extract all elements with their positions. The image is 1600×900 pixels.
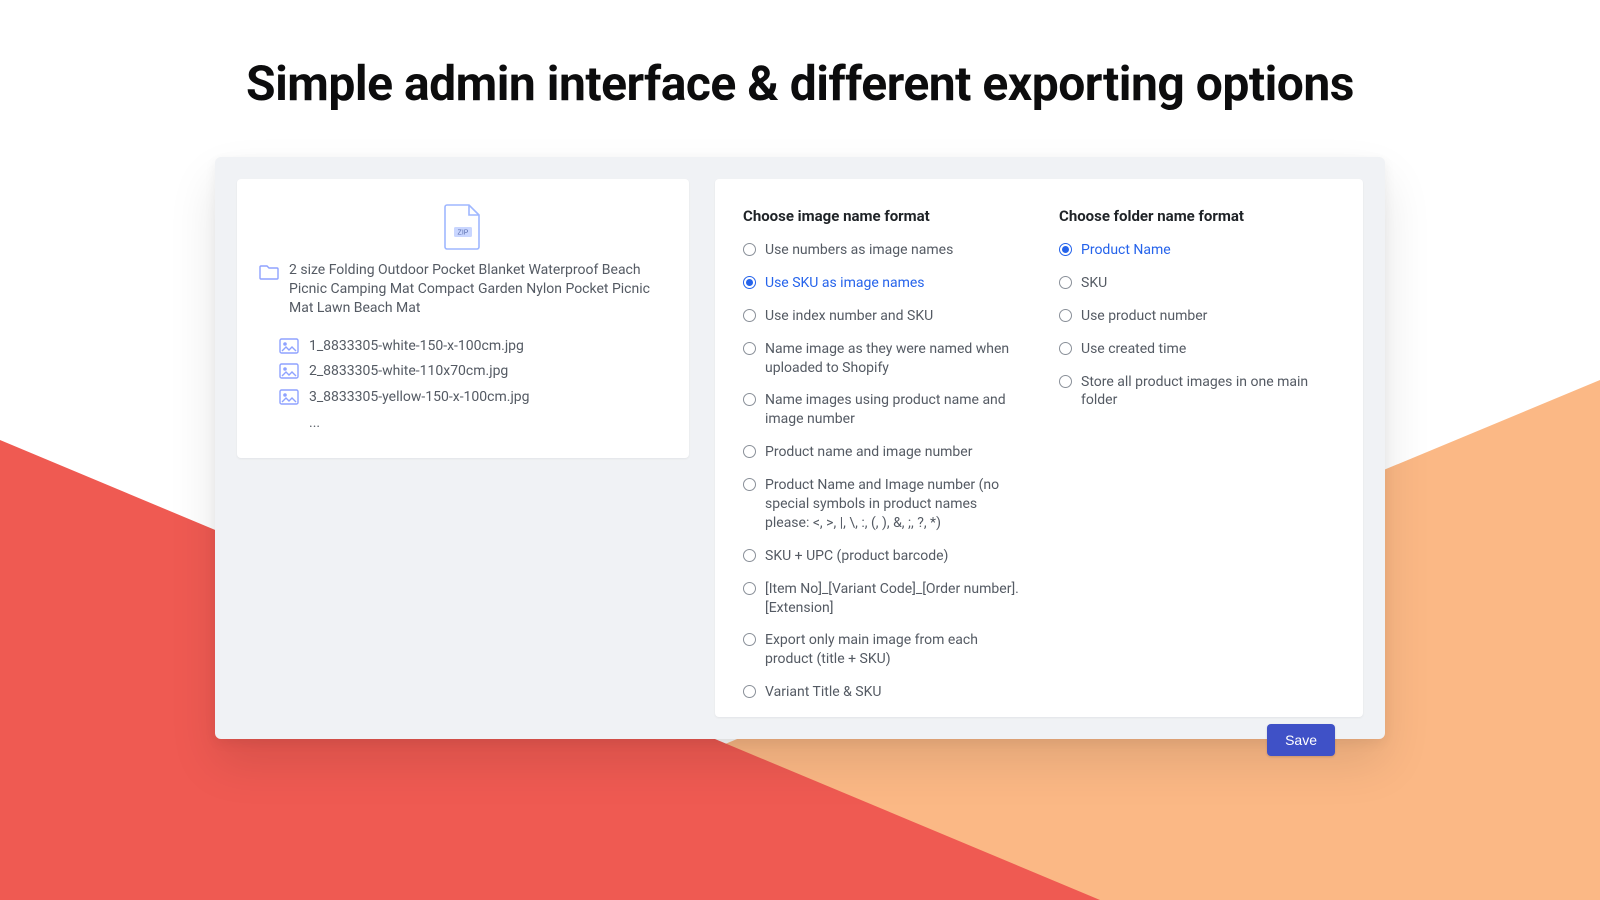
radio-icon [743,478,756,491]
preview-file-name: 2_8833305-white-110x70cm.jpg [309,361,508,383]
image-format-option[interactable]: Name image as they were named when uploa… [743,340,1019,378]
folder-format-option[interactable]: Use created time [1059,340,1335,359]
image-format-options: Use numbers as image names Use SKU as ima… [743,241,1019,702]
radio-icon [743,309,756,322]
folder-format-heading: Choose folder name format [1059,207,1335,225]
image-format-option[interactable]: Use numbers as image names [743,241,1019,260]
image-format-option[interactable]: Export only main image from each product… [743,631,1019,669]
image-format-option[interactable]: Product Name and Image number (no specia… [743,476,1019,533]
folder-format-option[interactable]: Store all product images in one main fol… [1059,373,1335,411]
radio-label: SKU [1081,274,1335,293]
page-title: Simple admin interface & different expor… [0,0,1600,112]
radio-label: Use SKU as image names [765,274,1019,293]
image-format-option[interactable]: Use index number and SKU [743,307,1019,326]
preview-file-name: 3_8833305-yellow-150-x-100cm.jpg [309,387,530,409]
preview-file-list: 1_8833305-white-150-x-100cm.jpg 2_883330… [259,336,667,435]
radio-icon [743,549,756,562]
radio-label: Name image as they were named when uploa… [765,340,1019,378]
image-format-option[interactable]: Variant Title & SKU [743,683,1019,702]
radio-icon [1059,309,1072,322]
folder-format-option[interactable]: SKU [1059,274,1335,293]
folder-format-option[interactable]: Use product number [1059,307,1335,326]
image-format-option[interactable]: SKU + UPC (product barcode) [743,547,1019,566]
radio-label: Product name and image number [765,443,1019,462]
image-name-format-column: Choose image name format Use numbers as … [743,207,1019,716]
radio-label: Variant Title & SKU [765,683,1019,702]
preview-folder-row: 2 size Folding Outdoor Pocket Blanket Wa… [259,261,667,318]
preview-file-item: 3_8833305-yellow-150-x-100cm.jpg [279,387,667,409]
radio-icon [743,276,756,289]
image-format-option[interactable]: Product name and image number [743,443,1019,462]
radio-icon [743,582,756,595]
radio-label: Use numbers as image names [765,241,1019,260]
radio-icon [1059,243,1072,256]
radio-label: Use created time [1081,340,1335,359]
image-file-icon [279,389,299,407]
radio-label: Name images using product name and image… [765,391,1019,429]
radio-icon [1059,375,1072,388]
radio-label: Product Name [1081,241,1335,260]
preview-file-item: 1_8833305-white-150-x-100cm.jpg [279,336,667,358]
image-format-option[interactable]: Name images using product name and image… [743,391,1019,429]
svg-text:ZIP: ZIP [458,230,469,237]
preview-more-indicator: ... [279,413,667,435]
admin-panel: ZIP 2 size Folding Outdoor Pocket Blanke… [215,157,1385,739]
radio-label: Use product number [1081,307,1335,326]
radio-icon [743,342,756,355]
image-file-icon [279,363,299,381]
zip-file-icon: ZIP [441,203,485,251]
preview-folder-name: 2 size Folding Outdoor Pocket Blanket Wa… [289,261,667,318]
image-format-option[interactable]: Use SKU as image names [743,274,1019,293]
image-file-icon [279,338,299,356]
radio-label: Store all product images in one main fol… [1081,373,1335,411]
radio-icon [743,243,756,256]
radio-label: Use index number and SKU [765,307,1019,326]
export-settings-card: Choose image name format Use numbers as … [715,179,1363,717]
folder-format-options: Product Name SKU Use product number Use cre… [1059,241,1335,410]
export-preview-card: ZIP 2 size Folding Outdoor Pocket Blanke… [237,179,689,458]
radio-label: [Item No]_[Variant Code]_[Order number].… [765,580,1019,618]
radio-icon [1059,342,1072,355]
radio-label: SKU + UPC (product barcode) [765,547,1019,566]
folder-name-format-column: Choose folder name format Product Name SK… [1059,207,1335,716]
radio-label: Product Name and Image number (no specia… [765,476,1019,533]
radio-icon [1059,276,1072,289]
radio-label: Export only main image from each product… [765,631,1019,669]
preview-file-name: 1_8833305-white-150-x-100cm.jpg [309,336,524,358]
radio-icon [743,445,756,458]
save-button[interactable]: Save [1267,724,1335,756]
folder-icon [259,263,279,281]
radio-icon [743,685,756,698]
radio-icon [743,633,756,646]
image-format-option[interactable]: [Item No]_[Variant Code]_[Order number].… [743,580,1019,618]
folder-format-option[interactable]: Product Name [1059,241,1335,260]
radio-icon [743,393,756,406]
image-format-heading: Choose image name format [743,207,1019,225]
preview-file-item: 2_8833305-white-110x70cm.jpg [279,361,667,383]
